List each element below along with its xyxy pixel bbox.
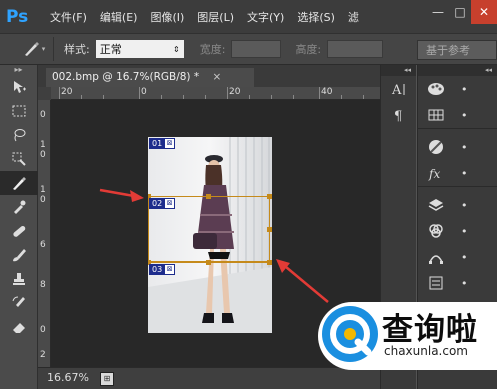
slice-icon	[13, 177, 26, 190]
menu-bar: Ps 文件(F) 编辑(E) 图像(I) 图层(L) 文字(Y) 选择(S) 滤…	[0, 0, 497, 33]
document-title: 002.bmp @ 16.7%(RGB/8) *	[52, 71, 200, 83]
swatches-panel-button[interactable]: •	[418, 102, 497, 128]
watermark-text: 查询啦	[382, 312, 478, 348]
quick-selection-icon	[12, 152, 26, 166]
document-info-icon[interactable]: ⊞	[100, 371, 114, 386]
slices-from-guides-button[interactable]: 基于参考	[417, 40, 497, 60]
document-tab[interactable]: 002.bmp @ 16.7%(RGB/8) * ×	[46, 68, 254, 87]
menu-layer[interactable]: 图层(L)	[197, 9, 234, 25]
menu-image[interactable]: 图像(I)	[150, 9, 184, 25]
paths-icon	[429, 255, 443, 264]
channels-panel-button[interactable]: •	[418, 218, 497, 244]
panel-menu-dot: •	[461, 82, 468, 96]
watermark-url: chaxunla.com	[384, 344, 468, 358]
paths-panel-button[interactable]: •	[418, 244, 497, 270]
height-label: 高度:	[295, 43, 322, 56]
tool-preset-picker[interactable]: ▾	[14, 37, 54, 61]
slice-tool[interactable]	[0, 171, 38, 195]
panel-menu-dot: •	[461, 250, 468, 264]
healing-brush-tool[interactable]	[0, 219, 38, 243]
width-label: 宽度:	[199, 43, 226, 56]
channels-icon	[429, 224, 443, 238]
stamp-icon	[13, 273, 25, 285]
paragraph-panel-button[interactable]: ¶	[381, 102, 416, 128]
expand-panels-icon[interactable]: ◂◂	[381, 65, 416, 76]
history-icon	[429, 276, 443, 290]
menu-select[interactable]: 选择(S)	[297, 9, 335, 25]
history-brush-tool[interactable]	[0, 291, 38, 315]
svg-text:¶: ¶	[394, 109, 402, 124]
bandage-icon	[13, 225, 26, 237]
panel-menu-dot: •	[461, 108, 468, 122]
style-label: 样式:	[64, 43, 90, 56]
clone-stamp-tool[interactable]	[0, 267, 38, 291]
panel-menu-dot: •	[461, 140, 468, 154]
layers-panel-button[interactable]: •	[418, 192, 497, 218]
adjustments-panel-button[interactable]: •	[418, 134, 497, 160]
status-bar: 16.67% ⊞	[38, 367, 380, 389]
eyedropper-tool[interactable]	[0, 195, 38, 219]
chevron-down-icon: ▾	[41, 45, 46, 53]
brush-tool[interactable]	[0, 243, 38, 267]
document-tab-bar: 002.bmp @ 16.7%(RGB/8) * ×	[38, 65, 380, 87]
panel-menu-dot: •	[461, 224, 468, 238]
move-icon	[14, 81, 26, 93]
menu-edit[interactable]: 编辑(E)	[100, 9, 138, 25]
window-controls: — □ ✕	[427, 0, 497, 24]
expand-panels-icon[interactable]: ◂◂	[418, 65, 497, 76]
history-brush-icon	[12, 296, 25, 307]
history-panel-button[interactable]: •	[418, 270, 497, 296]
color-panel-button[interactable]: •	[418, 76, 497, 102]
adjustments-icon	[429, 140, 443, 154]
eyedropper-icon	[14, 200, 26, 214]
panel-menu-dot: •	[461, 276, 468, 290]
panel-menu-dot: •	[461, 166, 468, 180]
collapse-icon[interactable]: ▸▸	[0, 65, 37, 75]
lasso-icon	[14, 129, 26, 142]
brush-icon	[13, 249, 26, 262]
width-field[interactable]	[231, 40, 282, 58]
quick-selection-tool[interactable]	[0, 147, 38, 171]
marquee-tool[interactable]	[0, 99, 38, 123]
color-palette-icon	[428, 83, 444, 95]
svg-text:fx: fx	[428, 167, 440, 181]
watermark-logo-icon	[322, 306, 378, 362]
photoshop-logo: Ps	[6, 6, 29, 27]
menu-type[interactable]: 文字(Y)	[247, 9, 284, 25]
updown-icon: ⇕	[173, 44, 180, 54]
fx-styles-icon: fx	[428, 167, 440, 181]
tools-panel: ▸▸	[0, 65, 38, 389]
lasso-tool[interactable]	[0, 123, 38, 147]
menu-filter[interactable]: 滤	[348, 9, 359, 25]
options-bar: ▾ 样式: 正常 ⇕ 宽度: 高度: 基于参考	[0, 33, 497, 65]
svg-text:A: A	[391, 83, 402, 98]
eraser-icon	[13, 323, 25, 333]
paragraph-icon: ¶	[394, 109, 402, 124]
close-button[interactable]: ✕	[471, 0, 497, 24]
zoom-level[interactable]: 16.67%	[44, 370, 96, 387]
character-panel-button[interactable]: A	[381, 76, 416, 102]
panel-menu-dot: •	[461, 198, 468, 212]
layers-icon	[428, 199, 444, 211]
style-select[interactable]: 正常 ⇕	[95, 40, 184, 58]
close-tab-icon[interactable]: ×	[212, 71, 221, 83]
slice-tool-icon	[24, 42, 39, 56]
swatches-icon	[428, 109, 444, 121]
marquee-icon	[12, 105, 26, 117]
restore-button[interactable]: □	[449, 0, 471, 24]
move-tool[interactable]	[0, 75, 38, 99]
eraser-tool[interactable]	[0, 315, 38, 339]
character-icon: A	[391, 83, 405, 98]
watermark: 查询啦 chaxunla.com	[318, 302, 497, 370]
height-field[interactable]	[327, 40, 384, 58]
menu-file[interactable]: 文件(F)	[50, 9, 87, 25]
styles-panel-button[interactable]: fx •	[418, 160, 497, 186]
minimize-button[interactable]: —	[427, 0, 449, 24]
style-select-value: 正常	[99, 43, 122, 56]
